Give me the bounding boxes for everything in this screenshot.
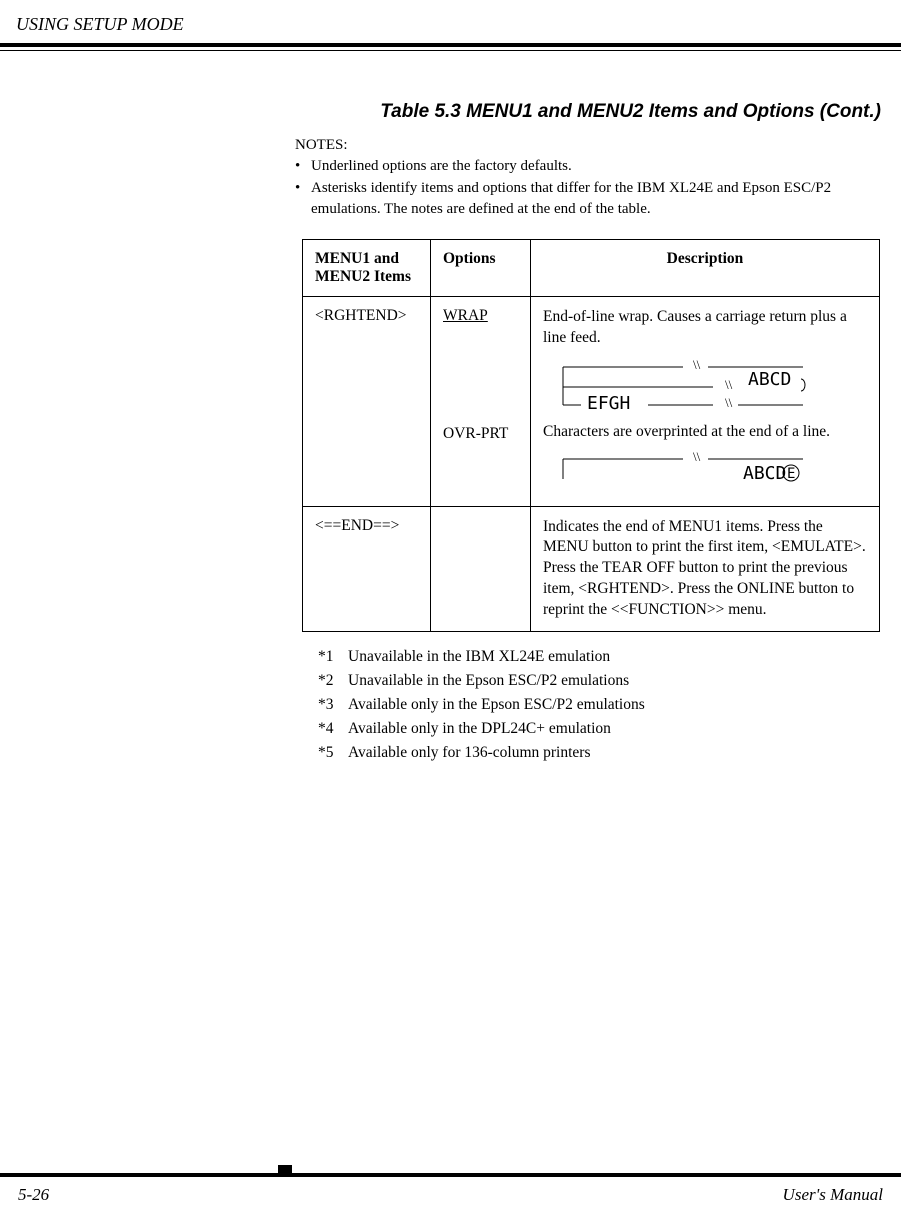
options-table: MENU1 and MENU2 Items Options Descriptio… [302,239,880,632]
footnote: *4Available only in the DPL24C+ emulatio… [318,720,883,738]
cell-options: WRAP OVR-PRT [431,296,531,506]
wrap-diagram: \\ \\ ABCD EFGH \\ [553,357,867,418]
footnotes: *1Unavailable in the IBM XL24E emulation… [318,648,883,762]
table-header-options: Options [431,239,531,296]
table-header-description: Description [531,239,880,296]
diagram-text-abcd-ovr: ABCD [743,463,786,484]
desc-end: Indicates the end of MENU1 items. Press … [543,517,867,622]
page-footer: 5-26 User's Manual [0,1185,901,1205]
footnote: *1Unavailable in the IBM XL24E emulation [318,648,883,666]
svg-text:\\: \\ [693,451,701,464]
footnote: *5Available only for 136-column printers [318,744,883,762]
ovrprt-diagram: \\ ABCD E [553,451,867,492]
cell-description: Indicates the end of MENU1 items. Press … [531,506,880,632]
footnote: *2Unavailable in the Epson ESC/P2 emulat… [318,672,883,690]
cell-item: <RGHTEND> [303,296,431,506]
desc-wrap: End-of-line wrap. Causes a carriage retu… [543,307,867,349]
cell-description: End-of-line wrap. Causes a carriage retu… [531,296,880,506]
table-title: Table 5.3 MENU1 and MENU2 Items and Opti… [0,101,883,123]
page-number: 5-26 [18,1185,49,1205]
table-header-items: MENU1 and MENU2 Items [303,239,431,296]
option-ovrprt: OVR-PRT [443,425,518,443]
notes-item: Underlined options are the factory defau… [295,156,883,176]
diagram-text-abcd: ABCD [748,369,791,390]
notes-label: NOTES: [295,137,883,154]
cell-item: <==END==> [303,506,431,632]
manual-label: User's Manual [783,1185,883,1205]
diagram-text-efgh: EFGH [587,393,630,413]
notes-item: Asterisks identify items and options tha… [295,178,883,219]
notes-block: NOTES: Underlined options are the factor… [295,137,883,219]
svg-text:\\: \\ [725,377,733,392]
option-wrap: WRAP [443,307,518,325]
notes-list: Underlined options are the factory defau… [295,156,883,219]
table-row: <RGHTEND> WRAP OVR-PRT End-of-line wrap.… [303,296,880,506]
table-row: <==END==> Indicates the end of MENU1 ite… [303,506,880,632]
cell-options-empty [431,506,531,632]
header-rule-thick [0,43,901,47]
desc-ovrprt: Characters are overprinted at the end of… [543,422,867,443]
footer-rule [0,1173,901,1177]
footer-thumb-marker [278,1165,292,1173]
diagram-text-overchar: E [787,466,795,482]
footnote: *3Available only in the Epson ESC/P2 emu… [318,696,883,714]
svg-text:\\: \\ [693,357,701,372]
running-header: USING SETUP MODE [0,0,901,35]
svg-text:\\: \\ [725,395,733,410]
page-content: Table 5.3 MENU1 and MENU2 Items and Opti… [0,101,901,762]
header-rule-thin [0,50,901,51]
